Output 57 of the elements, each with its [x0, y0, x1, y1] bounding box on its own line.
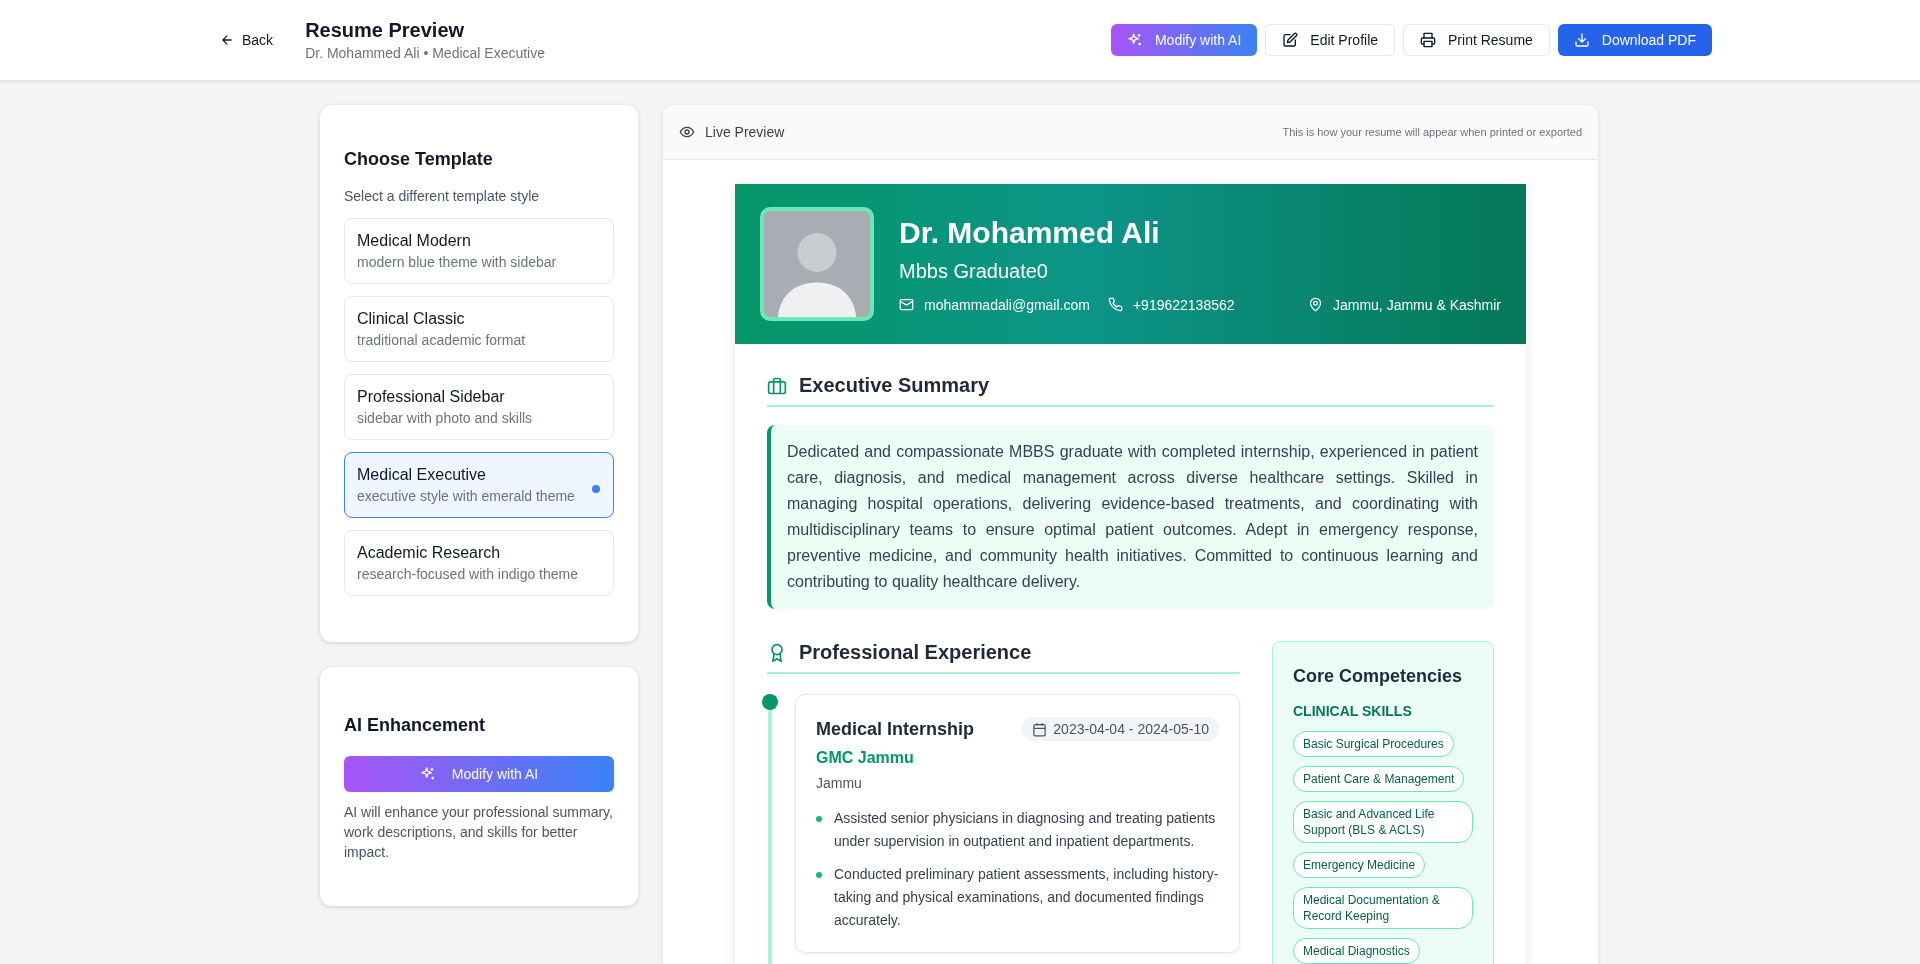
- page-title: Resume Preview: [305, 19, 466, 42]
- sparkles-icon: [419, 766, 436, 782]
- briefcase-icon: [767, 375, 787, 396]
- skill-tag: Medical Diagnostics: [1293, 938, 1420, 964]
- template-option[interactable]: Clinical Classic traditional academic format: [344, 296, 614, 362]
- bullet-text: Conducted preliminary patient assessments, including history-taking and physical examinations, and documented findings accurately.: [834, 865, 1219, 930]
- template-option[interactable]: Medical Executive executive style with emerald theme: [344, 452, 614, 518]
- ai-description: AI will enhance your professional summary, work descriptions, and skills for better impact.: [344, 803, 614, 862]
- eye-icon: [679, 124, 695, 140]
- arrow-left-icon: [220, 33, 234, 47]
- bullet-icon: [816, 872, 822, 878]
- section-title: Professional Experience: [799, 641, 1032, 664]
- page-subtitle: Dr. Mohammed Ali • Medical Executive: [305, 45, 545, 61]
- preview-title: Live Preview: [705, 124, 785, 140]
- contact-text: Jammu, Jammu & Kashmir: [1332, 296, 1501, 313]
- job-location: Jammu: [816, 775, 863, 791]
- resume-name: Dr. Mohammed Ali: [899, 215, 1161, 250]
- timeline-dot: [762, 694, 778, 710]
- bullet-text: Assisted senior physicians in diagnosing and treating patients under supervision in outpatient and inpatient departments.: [834, 809, 1217, 851]
- contact-text: mohammadali@gmail.com: [924, 296, 1090, 313]
- template-option[interactable]: Professional Sidebar sidebar with photo and skills: [344, 374, 614, 440]
- phone-icon: [1107, 297, 1123, 312]
- card-subtitle: Select a different template style: [344, 188, 541, 204]
- back-button[interactable]: Back: [220, 28, 274, 52]
- card-title: AI Enhancement: [344, 715, 487, 736]
- skill-tag: Medical Documentation & Record Keeping: [1293, 887, 1473, 929]
- skill-tag: Patient Care & Management: [1293, 766, 1465, 792]
- pencil-square-icon: [1282, 32, 1299, 48]
- modify-with-ai-button[interactable]: Modify with AI: [344, 756, 614, 792]
- download-icon: [1573, 32, 1590, 48]
- sparkles-icon: [1126, 32, 1143, 48]
- job-title: Medical Internship: [816, 718, 975, 740]
- section-title: Executive Summary: [799, 374, 990, 397]
- modify-with-ai-button[interactable]: Modify with AI: [1110, 24, 1258, 56]
- skill-group-title: CLINICAL SKILLS: [1293, 703, 1413, 719]
- download-pdf-button[interactable]: Download PDF: [1557, 24, 1712, 56]
- skill-tag: Basic Surgical Procedures: [1293, 731, 1454, 757]
- mail-icon: [899, 297, 914, 312]
- calendar-icon: [1032, 721, 1048, 737]
- printer-icon: [1420, 32, 1437, 48]
- date-range: 2023-04-04 - 2024-05-10: [1053, 721, 1209, 737]
- resume-headline: Mbbs Graduate0: [899, 259, 1049, 283]
- template-option[interactable]: Academic Research research-focused with indigo theme: [344, 530, 614, 596]
- organization: GMC Jammu: [816, 749, 915, 767]
- panel-title: Core Competencies: [1293, 666, 1464, 687]
- print-resume-button[interactable]: Print Resume: [1403, 24, 1550, 56]
- skill-tag: Basic and Advanced Life Support (BLS & ACLS): [1293, 801, 1473, 843]
- edit-profile-button[interactable]: Edit Profile: [1265, 24, 1396, 56]
- skill-tag: Emergency Medicine: [1293, 852, 1426, 878]
- summary-text: Dedicated and compassionate MBBS graduate with completed internship, experienced in patient care, diagnosis, and medical management across diverse healthcare settings. Skilled in managing hospital operations, delivering evidence-based treatments, and coordinating with multidisciplinary teams to ensure optimal patient outcomes. Adept in emergency response, preventive medicine, and community health initiatives. Committed to continuous learning and contributing to quality healthcare delivery.: [767, 425, 1494, 609]
- map-pin-icon: [1307, 297, 1323, 312]
- template-option[interactable]: Medical Modern modern blue theme with sidebar: [344, 218, 614, 284]
- bullet-icon: [816, 816, 822, 822]
- preview-note: This is how your resume will appear when printed or exported: [1282, 126, 1582, 138]
- selected-dot-icon: [592, 485, 600, 493]
- contact-text: +919622138562: [1132, 296, 1235, 313]
- card-title: Choose Template: [344, 149, 494, 170]
